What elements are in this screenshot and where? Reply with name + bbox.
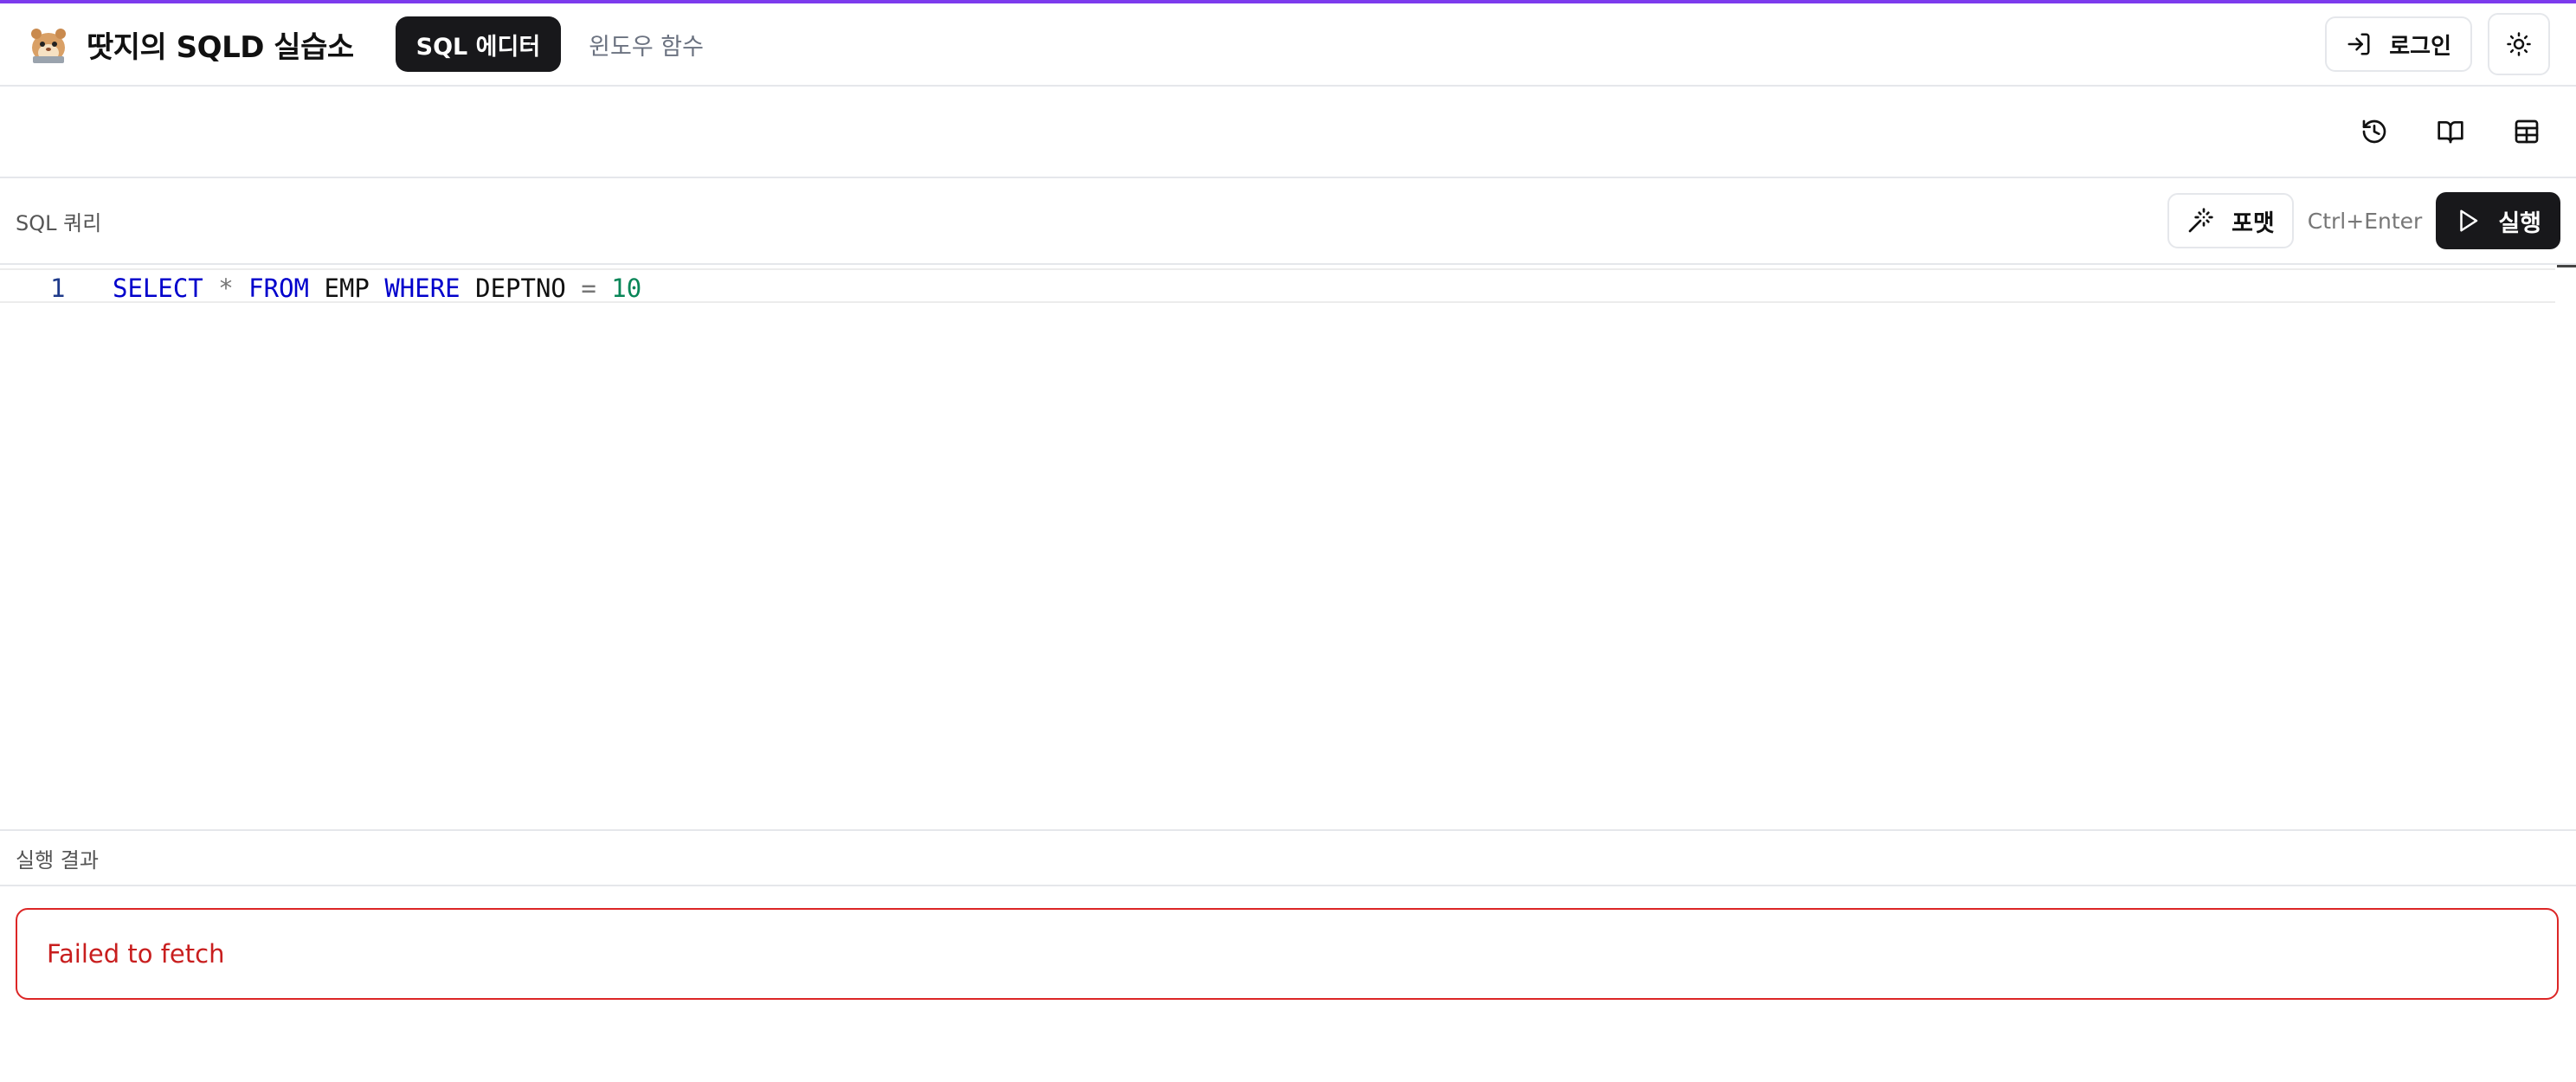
keyword-where: WHERE <box>384 274 460 303</box>
magic-wand-icon <box>2188 208 2213 233</box>
hamster-logo-icon <box>31 29 66 63</box>
tab-window-functions[interactable]: 윈도우 함수 <box>568 16 724 72</box>
app-header: 땃지의 SQLD 실습소 SQL 에디터 윈도우 함수 로그인 <box>0 3 2576 87</box>
history-icon <box>2362 119 2386 144</box>
book-open-icon <box>2438 121 2463 144</box>
operator-star: * <box>218 274 234 303</box>
editor-toolbar <box>0 87 2576 178</box>
code-line[interactable]: 1 SELECT * FROM EMP WHERE DEPTNO = 10 <box>0 268 2555 303</box>
error-message: Failed to fetch <box>47 939 225 969</box>
keyword-select: SELECT <box>113 274 203 303</box>
docs-button[interactable] <box>2420 101 2481 162</box>
run-label: 실행 <box>2498 209 2541 237</box>
editor-overview-ruler <box>2557 265 2576 267</box>
line-number: 1 <box>50 274 66 303</box>
sql-query-label: SQL 쿼리 <box>16 210 102 235</box>
main-nav: SQL 에디터 윈도우 함수 <box>395 16 724 72</box>
run-shortcut-hint: Ctrl+Enter <box>2307 208 2423 234</box>
identifier-table: EMP <box>324 274 370 303</box>
results-header: 실행 결과 <box>0 829 2576 886</box>
operator-equals: = <box>581 274 596 303</box>
format-label: 포맷 <box>2231 209 2275 237</box>
app-title: 땃지의 SQLD 실습소 <box>87 29 354 65</box>
history-button[interactable] <box>2344 101 2405 162</box>
code-text[interactable]: SELECT * FROM EMP WHERE DEPTNO = 10 <box>113 274 641 303</box>
run-button[interactable]: 실행 <box>2436 192 2560 249</box>
table-icon <box>2515 119 2539 144</box>
keyword-from: FROM <box>248 274 310 303</box>
tab-sql-editor[interactable]: SQL 에디터 <box>395 16 562 72</box>
schema-table-button[interactable] <box>2496 101 2557 162</box>
login-button[interactable]: 로그인 <box>2325 16 2472 72</box>
format-button[interactable]: 포맷 <box>2167 193 2294 248</box>
number-literal: 10 <box>611 274 642 303</box>
results-label: 실행 결과 <box>16 847 99 873</box>
login-label: 로그인 <box>2389 33 2451 60</box>
identifier-column: DEPTNO <box>475 274 566 303</box>
logo[interactable]: 땃지의 SQLD 실습소 <box>26 22 354 67</box>
query-bar: SQL 쿼리 포맷 Ctrl+Enter 실행 <box>0 178 2576 263</box>
play-icon <box>2460 209 2478 232</box>
theme-toggle-button[interactable] <box>2488 13 2550 75</box>
sun-icon <box>2507 32 2531 56</box>
sql-editor[interactable]: 1 SELECT * FROM EMP WHERE DEPTNO = 10 <box>0 263 2576 829</box>
error-message-box: Failed to fetch <box>16 908 2559 1000</box>
log-in-icon <box>2347 33 2370 55</box>
